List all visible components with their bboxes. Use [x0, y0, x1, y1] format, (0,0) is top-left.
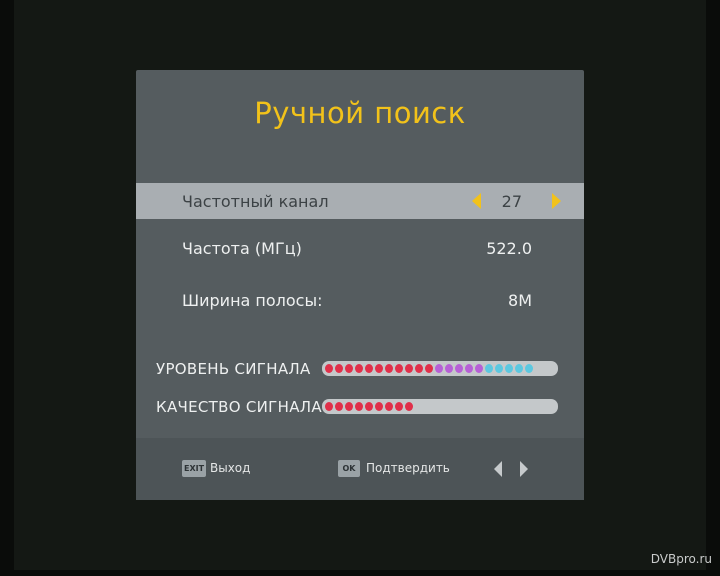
- dialog-title: Ручной поиск: [254, 96, 466, 130]
- arrow-left-icon[interactable]: [472, 193, 481, 209]
- manual-search-dialog: Ручной поиск Частотный канал 27 Частота …: [136, 70, 584, 500]
- channel-row[interactable]: Частотный канал 27: [136, 183, 584, 219]
- signal-level-dot: [355, 364, 363, 373]
- signal-level-dot: [345, 364, 353, 373]
- signal-level-dot: [495, 364, 503, 373]
- arrow-right-icon[interactable]: [552, 193, 561, 209]
- frequency-label: Частота (МГц): [182, 239, 302, 258]
- signal-quality-meter: КАЧЕСТВО СИГНАЛА: [156, 397, 568, 417]
- signal-quality-dot: [345, 402, 353, 411]
- signal-quality-dot: [355, 402, 363, 411]
- signal-level-dot: [465, 364, 473, 373]
- exit-label: Выход: [210, 461, 251, 475]
- signal-level-dot: [325, 364, 333, 373]
- signal-quality-dot: [375, 402, 383, 411]
- signal-level-dot: [405, 364, 413, 373]
- signal-level-dot: [435, 364, 443, 373]
- signal-quality-dots: [325, 402, 413, 411]
- frequency-value: 522.0: [486, 239, 532, 258]
- signal-quality-bar: [322, 399, 558, 414]
- signal-quality-dot: [385, 402, 393, 411]
- exit-key-icon[interactable]: EXIT: [182, 460, 207, 477]
- watermark: DVBpro.ru: [650, 552, 712, 566]
- screen-edge-right: [706, 0, 720, 576]
- signal-level-dots: [325, 364, 533, 373]
- signal-level-dot: [515, 364, 523, 373]
- channel-label: Частотный канал: [182, 192, 329, 211]
- ok-key-icon[interactable]: OK: [338, 460, 360, 477]
- frequency-row[interactable]: Частота (МГц) 522.0: [136, 230, 584, 266]
- signal-level-dot: [425, 364, 433, 373]
- signal-quality-dot: [365, 402, 373, 411]
- signal-level-dot: [395, 364, 403, 373]
- signal-level-bar: [322, 361, 558, 376]
- signal-quality-dot: [395, 402, 403, 411]
- signal-quality-dot: [405, 402, 413, 411]
- bandwidth-label: Ширина полосы:: [182, 291, 323, 310]
- signal-level-dot: [415, 364, 423, 373]
- nav-right-icon[interactable]: [520, 461, 528, 477]
- signal-level-dot: [385, 364, 393, 373]
- signal-level-label: УРОВЕНЬ СИГНАЛА: [156, 360, 311, 378]
- signal-level-dot: [335, 364, 343, 373]
- signal-level-dot: [485, 364, 493, 373]
- screen-edge-left: [0, 0, 14, 576]
- confirm-label: Подтвердить: [366, 461, 450, 475]
- signal-level-dot: [365, 364, 373, 373]
- signal-quality-label: КАЧЕСТВО СИГНАЛА: [156, 398, 322, 416]
- bandwidth-value: 8M: [508, 291, 532, 310]
- signal-quality-dot: [325, 402, 333, 411]
- signal-level-dot: [455, 364, 463, 373]
- nav-left-icon[interactable]: [494, 461, 502, 477]
- bandwidth-row[interactable]: Ширина полосы: 8M: [136, 282, 584, 318]
- signal-level-dot: [475, 364, 483, 373]
- signal-level-dot: [445, 364, 453, 373]
- screen-edge-bottom: [0, 570, 720, 576]
- signal-level-meter: УРОВЕНЬ СИГНАЛА: [156, 359, 568, 379]
- signal-level-dot: [525, 364, 533, 373]
- channel-value: 27: [501, 192, 522, 211]
- signal-quality-dot: [335, 402, 343, 411]
- signal-level-dot: [505, 364, 513, 373]
- signal-level-dot: [375, 364, 383, 373]
- dialog-footer: EXIT Выход OK Подтвердить: [136, 438, 584, 500]
